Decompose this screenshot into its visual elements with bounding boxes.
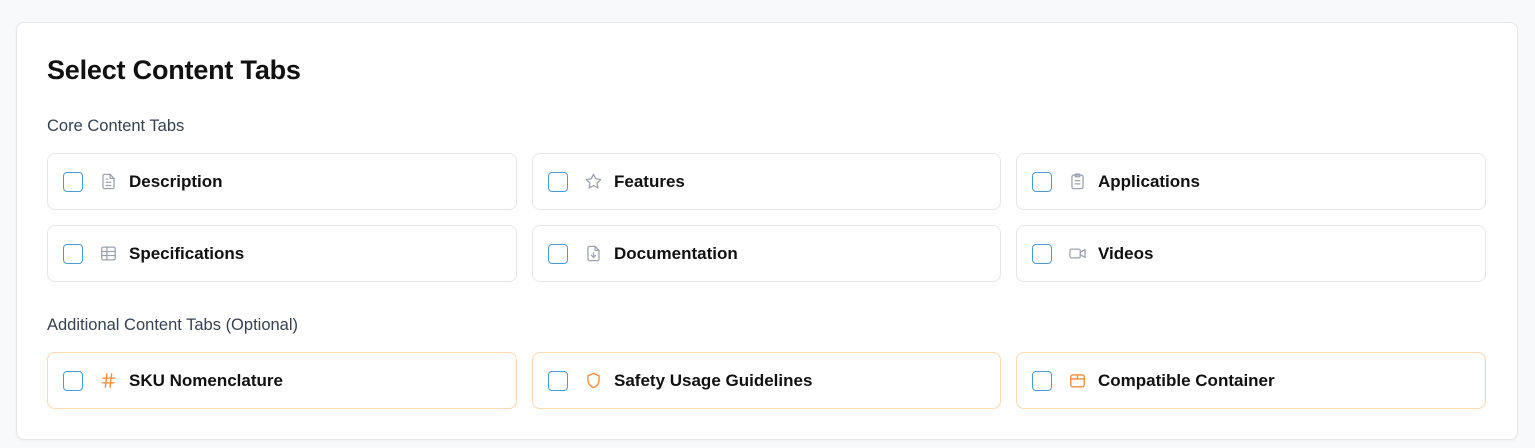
- document-icon: [98, 172, 118, 192]
- star-icon: [583, 172, 603, 192]
- documentation-label: Documentation: [614, 243, 738, 263]
- safety-usage-guidelines-label: Safety Usage Guidelines: [614, 370, 813, 390]
- tab-option-specifications[interactable]: Specifications: [47, 225, 517, 282]
- applications-checkbox[interactable]: [1032, 171, 1052, 192]
- table-icon: [98, 244, 118, 264]
- clipboard-icon: [1067, 172, 1087, 192]
- videos-label: Videos: [1098, 243, 1154, 263]
- compatible-container-label: Compatible Container: [1098, 370, 1275, 390]
- tab-option-compatible-container[interactable]: Compatible Container: [1016, 352, 1486, 409]
- tab-option-safety-usage-guidelines[interactable]: Safety Usage Guidelines: [532, 352, 1001, 409]
- tab-option-description[interactable]: Description: [47, 153, 517, 210]
- additional-section-label: Additional Content Tabs (Optional): [47, 316, 299, 334]
- description-label: Description: [129, 171, 223, 191]
- box-icon: [1067, 371, 1087, 391]
- content-tabs-panel: Select Content Tabs Core Content Tabs De…: [16, 22, 1518, 440]
- tab-option-applications[interactable]: Applications: [1016, 153, 1486, 210]
- video-icon: [1067, 244, 1087, 264]
- features-checkbox[interactable]: [548, 171, 568, 192]
- safety-usage-guidelines-checkbox[interactable]: [548, 370, 568, 391]
- core-section-label: Core Content Tabs: [47, 117, 185, 135]
- core-tabs-grid: Description Features Applications Specif…: [47, 153, 1486, 282]
- specifications-label: Specifications: [129, 243, 245, 263]
- tab-option-features[interactable]: Features: [532, 153, 1001, 210]
- file-download-icon: [583, 244, 603, 264]
- applications-label: Applications: [1098, 171, 1201, 191]
- page-title: Select Content Tabs: [47, 55, 301, 85]
- tab-option-documentation[interactable]: Documentation: [532, 225, 1001, 282]
- additional-tabs-grid: SKU Nomenclature Safety Usage Guidelines…: [47, 352, 1486, 409]
- features-label: Features: [614, 171, 685, 191]
- tab-option-sku-nomenclature[interactable]: SKU Nomenclature: [47, 352, 517, 409]
- description-checkbox[interactable]: [63, 171, 83, 192]
- compatible-container-checkbox[interactable]: [1032, 370, 1052, 391]
- hash-icon: [98, 371, 118, 391]
- tab-option-videos[interactable]: Videos: [1016, 225, 1486, 282]
- shield-icon: [583, 371, 603, 391]
- documentation-checkbox[interactable]: [548, 243, 568, 264]
- sku-nomenclature-label: SKU Nomenclature: [129, 370, 283, 390]
- specifications-checkbox[interactable]: [63, 243, 83, 264]
- videos-checkbox[interactable]: [1032, 243, 1052, 264]
- sku-nomenclature-checkbox[interactable]: [63, 370, 83, 391]
